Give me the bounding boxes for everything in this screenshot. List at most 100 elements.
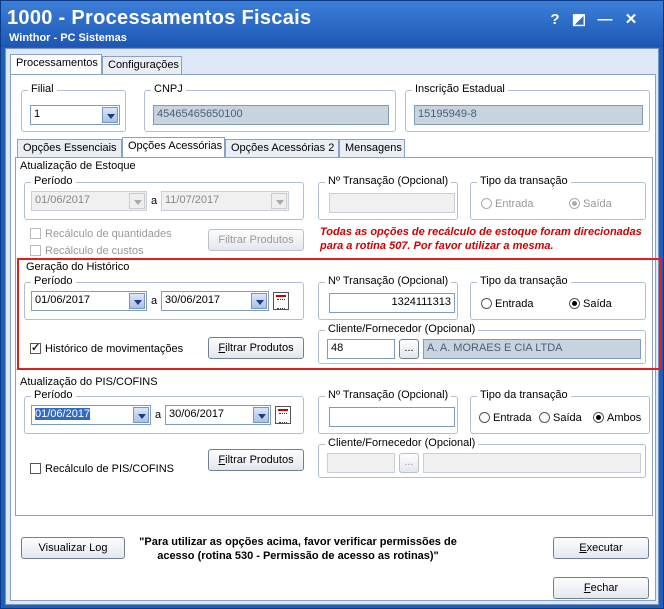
- historico-cliente-name: A. A. MORAES E CIA LTDA: [423, 339, 641, 359]
- calendar-icon[interactable]: [275, 406, 291, 424]
- tab-configuracoes[interactable]: Configurações: [102, 56, 182, 74]
- estoque-tipo-group: Tipo da transação Entrada Saída: [470, 175, 646, 220]
- tab-processamentos[interactable]: Processamentos: [10, 54, 102, 74]
- pis-radio-entrada[interactable]: Entrada: [479, 412, 532, 424]
- estoque-filtrar-button: Filtrar Produtos: [208, 229, 304, 251]
- pis-cliente-name: [423, 453, 641, 473]
- historico-radio-entrada[interactable]: Entrada: [481, 298, 534, 310]
- inscricao-label: Inscrição Estadual: [412, 83, 508, 95]
- pis-date-from-value: 01/06/2017: [35, 408, 91, 420]
- historico-transacao-input[interactable]: 1324111313: [329, 293, 455, 313]
- chevron-down-icon: [271, 193, 287, 209]
- pis-date-to-value: 30/06/2017: [169, 408, 225, 420]
- pis-a-label: a: [155, 409, 162, 421]
- tab-opcoes-acessorias[interactable]: Opções Acessórias: [122, 137, 225, 157]
- estoque-radio-saida: Saída: [569, 198, 612, 210]
- historico-date-from-value: 01/06/2017: [35, 294, 91, 306]
- filial-select[interactable]: 1: [30, 105, 120, 125]
- estoque-transacao-group: Nº Transação (Opcional): [318, 175, 458, 220]
- pis-filtrar-button[interactable]: Filtrar Produtos: [208, 449, 304, 471]
- estoque-date-from: 01/06/2017: [31, 191, 147, 211]
- check-recalculo-pis-cofins[interactable]: Recálculo de PIS/COFINS: [30, 463, 174, 475]
- cnpj-field: 45465465650100: [153, 105, 389, 125]
- historico-cliente-search-button[interactable]: ...: [399, 339, 419, 359]
- tab-opcoes-acessorias-2[interactable]: Opções Acessórias 2: [225, 139, 339, 157]
- estoque-periodo-label: Período: [31, 175, 76, 187]
- restore-icon[interactable]: ◩: [569, 10, 589, 30]
- chevron-down-icon[interactable]: [102, 107, 118, 123]
- calendar-icon[interactable]: [273, 292, 289, 310]
- check-recalculo-custos: Recálculo de custos: [30, 245, 143, 257]
- pis-radio-entrada-label: Entrada: [493, 412, 532, 424]
- pis-cliente-group: Cliente/Fornecedor (Opcional) ...: [318, 437, 646, 478]
- inscricao-group: Inscrição Estadual 15195949-8: [405, 83, 650, 132]
- historico-date-from[interactable]: 01/06/2017: [31, 291, 147, 311]
- historico-periodo-group: Período 01/06/2017 a 30/06/2017: [24, 275, 304, 320]
- pis-transacao-label: Nº Transação (Opcional): [325, 389, 452, 401]
- historico-filtrar-button[interactable]: Filtrar Produtos: [208, 337, 304, 359]
- historico-cliente-code[interactable]: 48: [327, 339, 395, 359]
- processamentos-panel: Filial 1 CNPJ 45465465650100 Inscrição E…: [10, 74, 661, 601]
- estoque-radio-entrada: Entrada: [481, 198, 534, 210]
- historico-transacao-group: Nº Transação (Opcional) 1324111313: [318, 275, 458, 320]
- chevron-down-icon[interactable]: [253, 407, 269, 423]
- estoque-title: Atualização de Estoque: [20, 160, 136, 172]
- chevron-down-icon[interactable]: [133, 407, 149, 423]
- tab-opcoes-essenciais[interactable]: Opções Essenciais: [17, 139, 122, 157]
- check-recalculo-pis-cofins-label: Recálculo de PIS/COFINS: [45, 463, 174, 475]
- window-subtitle: Winthor - PC Sistemas: [9, 32, 127, 44]
- minimize-icon[interactable]: —: [595, 10, 615, 30]
- filial-value: 1: [34, 108, 41, 120]
- cnpj-group: CNPJ 45465465650100: [144, 83, 396, 132]
- check-historico-movimentacoes-label: Histórico de movimentações: [45, 343, 184, 355]
- pis-radio-ambos[interactable]: Ambos: [593, 412, 641, 424]
- client-area: Processamentos Configurações Filial 1 CN…: [5, 48, 661, 605]
- fechar-button[interactable]: Fechar: [553, 577, 649, 599]
- pis-transacao-group: Nº Transação (Opcional): [318, 389, 458, 434]
- pis-cliente-label: Cliente/Fornecedor (Opcional): [325, 437, 479, 449]
- chevron-down-icon: [129, 193, 145, 209]
- opcoes-acessorias-panel: Atualização de Estoque Período 01/06/201…: [15, 157, 661, 516]
- pis-cliente-search-button: ...: [399, 453, 419, 473]
- check-historico-movimentacoes[interactable]: Histórico de movimentações: [30, 341, 184, 355]
- estoque-transacao-input: [329, 193, 455, 213]
- main-window: 1000 - Processamentos Fiscais Winthor - …: [0, 0, 664, 609]
- estoque-periodo-group: Período 01/06/2017 a 11/07/2017: [24, 175, 304, 220]
- historico-a-label: a: [151, 295, 158, 307]
- estoque-date-to-value: 11/07/2017: [165, 194, 220, 206]
- pis-tipo-label: Tipo da transação: [477, 389, 571, 401]
- chevron-down-icon[interactable]: [251, 293, 267, 309]
- check-recalculo-custos-label: Recálculo de custos: [45, 245, 144, 257]
- historico-transacao-label: Nº Transação (Opcional): [325, 275, 452, 287]
- historico-title: Geração do Histórico: [26, 261, 130, 273]
- pis-date-to[interactable]: 30/06/2017: [165, 405, 271, 425]
- historico-tipo-group: Tipo da transação Entrada Saída: [470, 275, 646, 320]
- estoque-a-label: a: [151, 195, 158, 207]
- pis-cliente-code: [327, 453, 395, 473]
- historico-radio-saida-label: Saída: [583, 298, 612, 310]
- historico-date-to[interactable]: 30/06/2017: [161, 291, 269, 311]
- pis-radio-ambos-label: Ambos: [607, 412, 642, 424]
- pis-date-from[interactable]: 01/06/2017: [31, 405, 151, 425]
- historico-radio-entrada-label: Entrada: [495, 298, 534, 310]
- pis-transacao-input[interactable]: [329, 407, 455, 427]
- chevron-down-icon[interactable]: [129, 293, 145, 309]
- title-bar[interactable]: 1000 - Processamentos Fiscais Winthor - …: [1, 1, 663, 47]
- pis-radio-saida-label: Saída: [553, 412, 582, 424]
- close-icon[interactable]: ✕: [621, 10, 641, 30]
- pis-periodo-group: Período 01/06/2017 a 30/06/2017: [24, 389, 304, 434]
- estoque-radio-entrada-label: Entrada: [495, 198, 534, 210]
- filial-group: Filial 1: [21, 83, 126, 132]
- estoque-tipo-label: Tipo da transação: [477, 175, 571, 187]
- estoque-date-to: 11/07/2017: [161, 191, 289, 211]
- pis-radio-saida[interactable]: Saída: [539, 412, 582, 424]
- executar-button[interactable]: Executar: [553, 537, 649, 559]
- visualizar-log-button[interactable]: Visualizar Log: [21, 537, 125, 559]
- help-icon[interactable]: ?: [545, 10, 565, 30]
- tab-mensagens[interactable]: Mensagens: [339, 139, 405, 157]
- pis-tipo-group: Tipo da transação Entrada Saída Ambos: [470, 389, 650, 434]
- estoque-date-from-value: 01/06/2017: [35, 194, 91, 206]
- estoque-note: Todas as opções de recálculo de estoque …: [320, 226, 642, 252]
- window-title: 1000 - Processamentos Fiscais: [7, 7, 312, 29]
- historico-radio-saida[interactable]: Saída: [569, 298, 612, 310]
